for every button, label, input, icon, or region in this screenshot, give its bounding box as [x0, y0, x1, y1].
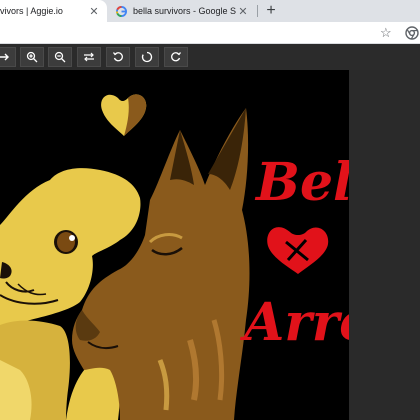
- reset-icon: [141, 51, 153, 63]
- tab-divider: [257, 5, 258, 17]
- flip-button[interactable]: [77, 47, 101, 67]
- google-g-icon: [116, 5, 127, 17]
- bella-arrow-drawing: Bella Arrow: [0, 94, 349, 420]
- flip-icon: [84, 52, 94, 62]
- next-button[interactable]: [0, 47, 16, 67]
- zoom-in-button[interactable]: [20, 47, 44, 67]
- reset-button[interactable]: [135, 47, 159, 67]
- next-icon: [0, 53, 9, 61]
- tab-strip: vivors | Aggie.io ✕ bella survivors - Go…: [0, 0, 420, 22]
- tab-google-search[interactable]: bella survivors - Google Search ✕: [108, 0, 256, 22]
- tab-title: bella survivors - Google Search: [133, 6, 236, 16]
- rotate-left-icon: [112, 52, 123, 62]
- plus-icon[interactable]: +: [262, 2, 280, 20]
- rotate-right-button[interactable]: [164, 47, 188, 67]
- star-icon[interactable]: ☆: [380, 25, 392, 41]
- side-panel: [349, 70, 420, 420]
- zoom-in-icon: [26, 51, 38, 63]
- zoom-out-button[interactable]: [48, 47, 72, 67]
- close-icon[interactable]: ✕: [87, 4, 101, 18]
- chrome-icon[interactable]: [405, 26, 419, 40]
- tab-aggie[interactable]: vivors | Aggie.io ✕: [0, 0, 107, 22]
- zoom-out-icon: [54, 51, 66, 63]
- image-canvas[interactable]: Bella Arrow: [0, 70, 349, 420]
- rotate-right-icon: [171, 52, 182, 62]
- tab-title: vivors | Aggie.io: [0, 6, 63, 16]
- rotate-left-button[interactable]: [106, 47, 130, 67]
- address-bar: ☆: [0, 22, 420, 44]
- close-icon[interactable]: ✕: [236, 4, 250, 18]
- image-viewer-toolbar: [0, 44, 420, 70]
- bella-text: Bella: [254, 152, 349, 213]
- arrow-text: Arrow: [239, 292, 349, 353]
